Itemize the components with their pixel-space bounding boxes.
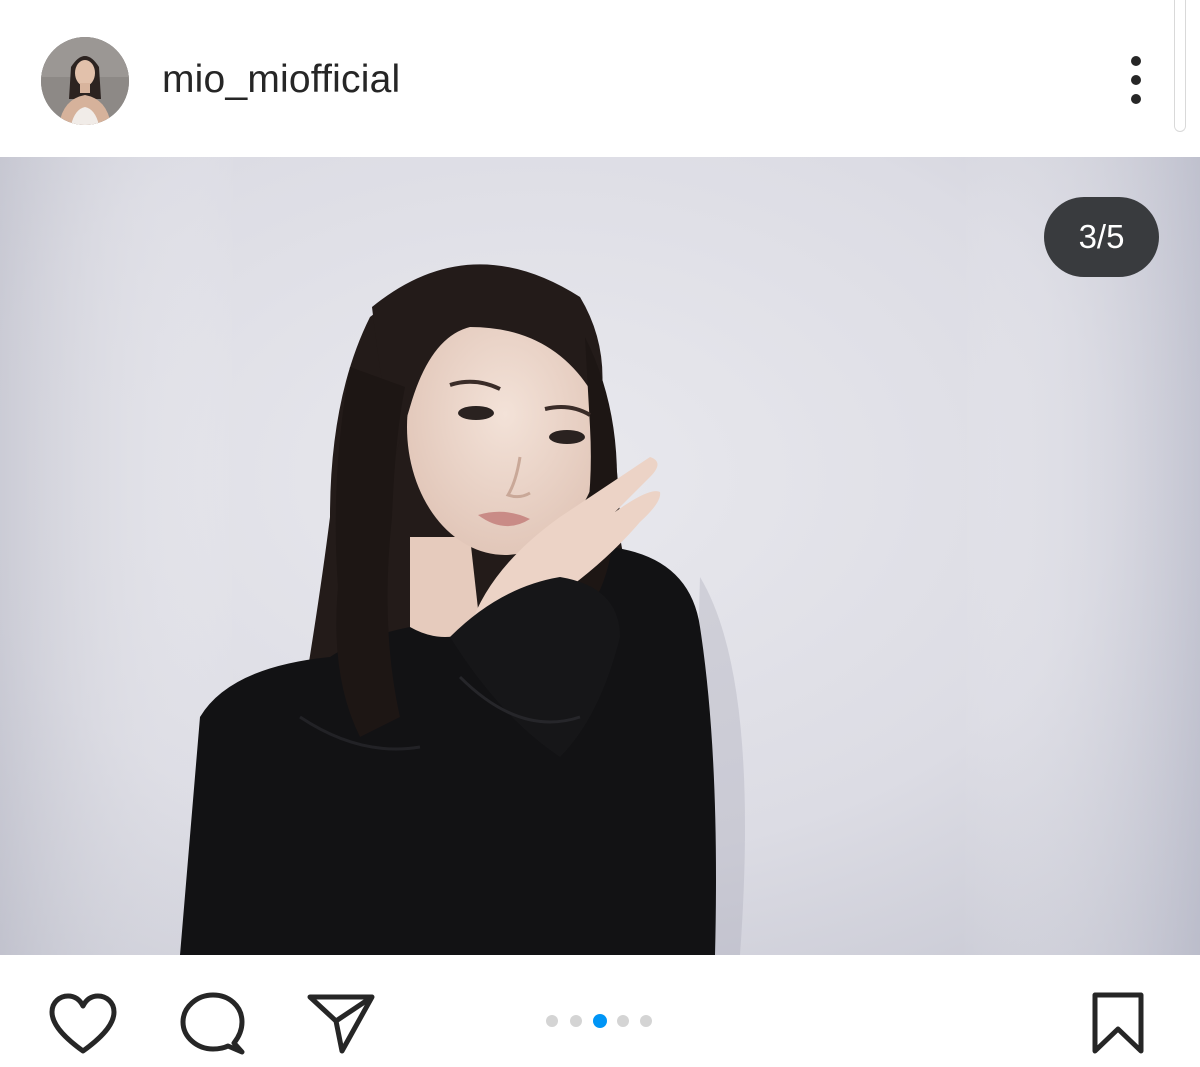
photo-image <box>0 157 1200 955</box>
carousel-dot <box>546 1015 558 1027</box>
heart-icon <box>49 993 117 1054</box>
image-counter-badge: 3/5 <box>1044 197 1159 277</box>
bookmark-icon <box>1092 992 1144 1054</box>
carousel-dot <box>569 1015 582 1027</box>
avatar-image <box>41 37 129 125</box>
share-button[interactable] <box>306 991 376 1057</box>
scrollbar[interactable] <box>1174 0 1186 132</box>
action-bar <box>0 955 1200 1067</box>
instagram-post: mio_miofficial 3/5 <box>0 0 1200 1067</box>
username[interactable]: mio_miofficial <box>162 55 400 105</box>
more-dot <box>1131 75 1141 85</box>
paper-plane-icon <box>307 994 375 1054</box>
more-options-icon[interactable] <box>1112 52 1160 108</box>
post-header: mio_miofficial <box>0 0 1200 157</box>
more-dot <box>1131 56 1141 66</box>
avatar[interactable] <box>41 37 129 125</box>
more-dot <box>1131 94 1141 104</box>
comment-icon <box>180 992 245 1055</box>
carousel-dot <box>640 1015 652 1027</box>
carousel-dot-active <box>593 1014 607 1028</box>
carousel-dot <box>616 1015 629 1027</box>
post-photo[interactable]: 3/5 <box>0 157 1200 955</box>
comment-button[interactable] <box>178 991 248 1057</box>
like-button[interactable] <box>48 993 118 1057</box>
save-button[interactable] <box>1090 991 1146 1057</box>
